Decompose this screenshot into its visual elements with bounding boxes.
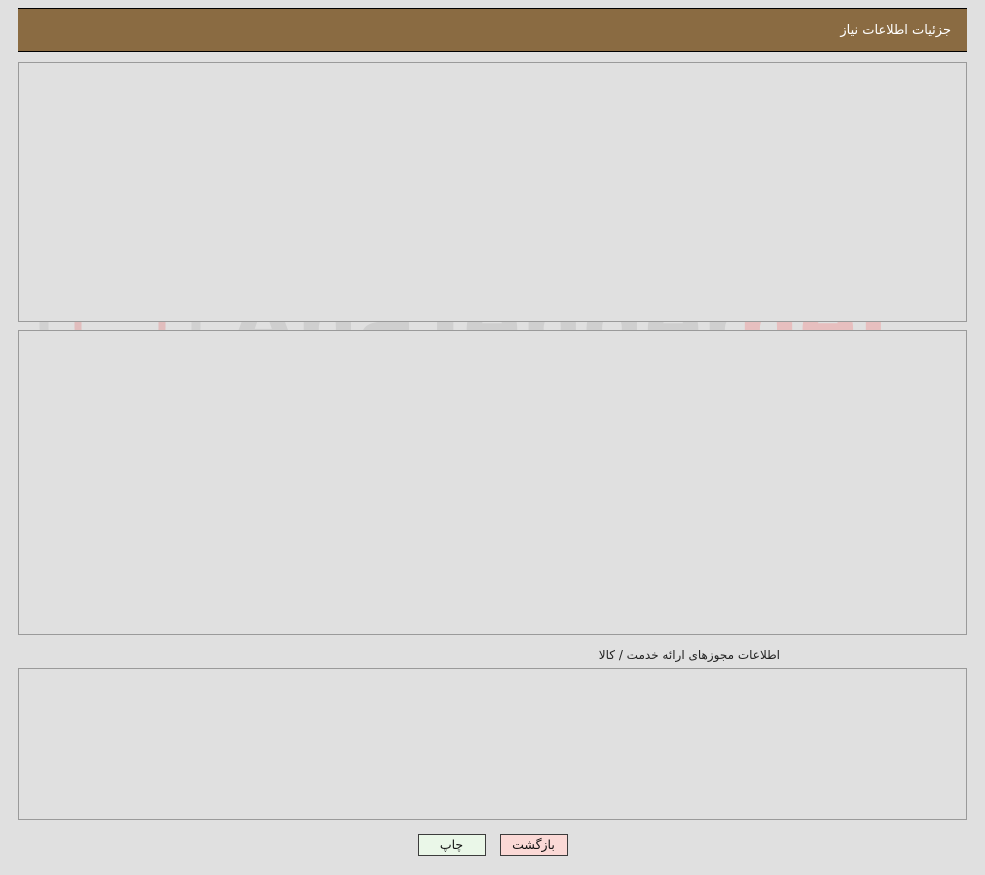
print-button[interactable]: چاپ [417, 834, 486, 856]
footer-actions: بازگشت چاپ [0, 834, 985, 856]
need-details-panel [18, 330, 967, 635]
licenses-section-title: اطلاعات مجوزهای ارائه خدمت / کالا [598, 648, 780, 662]
page-header-bar: جزئیات اطلاعات نیاز [18, 8, 967, 52]
page-title: جزئیات اطلاعات نیاز [840, 22, 951, 38]
licenses-panel [18, 668, 967, 820]
page-root: AnaTender .net جزئیات اطلاعات نیاز شماره… [0, 0, 985, 875]
need-summary-panel [18, 62, 967, 322]
back-button[interactable]: بازگشت [499, 834, 568, 856]
